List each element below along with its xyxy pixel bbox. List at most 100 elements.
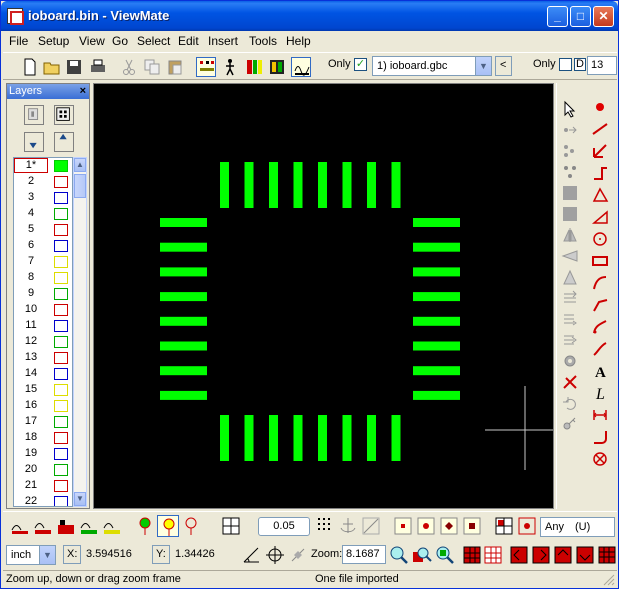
layer-color-swatch[interactable]	[54, 272, 68, 284]
layer-row[interactable]: 15	[14, 382, 72, 398]
flash-point-icon[interactable]	[591, 98, 609, 116]
view-board-icon[interactable]	[461, 544, 483, 566]
copy-dots-icon[interactable]	[561, 142, 579, 160]
drc-flags-icon[interactable]	[9, 515, 31, 537]
layer-color-swatch[interactable]	[54, 176, 68, 188]
menu-edit[interactable]: Edit	[178, 34, 199, 48]
polyline-icon[interactable]	[591, 296, 609, 314]
view-grid-icon[interactable]	[482, 544, 504, 566]
flash-outline-icon[interactable]	[180, 515, 202, 537]
layer-row[interactable]: 20	[14, 462, 72, 478]
line-icon[interactable]	[591, 120, 609, 138]
pad-bottom[interactable]	[342, 415, 352, 461]
pad-bottom[interactable]	[269, 415, 278, 461]
open-folder-icon[interactable]	[42, 57, 62, 77]
bezier-icon[interactable]	[591, 340, 609, 358]
pad-top[interactable]	[342, 162, 352, 208]
flip-icon[interactable]	[561, 247, 579, 265]
scroll-thumb[interactable]	[74, 174, 86, 198]
layer-color-swatch[interactable]	[54, 448, 68, 460]
layer-color-swatch[interactable]	[54, 288, 68, 300]
menu-file[interactable]: File	[9, 34, 28, 48]
unit-select[interactable]: inch ▼	[6, 545, 56, 565]
layer-row[interactable]: 8	[14, 270, 72, 286]
copy-icon[interactable]	[142, 57, 162, 77]
pad-left[interactable]	[160, 292, 207, 302]
mirror-icon[interactable]	[561, 226, 579, 244]
chevron-down-icon[interactable]: ▼	[475, 57, 491, 75]
layers-close-icon[interactable]: ×	[80, 84, 86, 99]
layer-color-swatch[interactable]	[54, 320, 68, 332]
pad-top[interactable]	[244, 162, 254, 208]
pad-right[interactable]	[413, 341, 460, 351]
snap-grid-icon[interactable]	[493, 515, 515, 537]
walk-icon[interactable]	[220, 57, 240, 77]
pad-right[interactable]	[413, 366, 460, 376]
pad-left[interactable]	[160, 218, 207, 227]
layer-row[interactable]: 17	[14, 414, 72, 430]
pad-left[interactable]	[160, 366, 207, 376]
pad-right[interactable]	[413, 242, 460, 252]
pad-right[interactable]	[413, 267, 460, 277]
gerber-canvas[interactable]	[93, 83, 554, 509]
menu-go[interactable]: Go	[112, 34, 128, 48]
only-checkbox-2[interactable]	[559, 58, 572, 71]
pad-left[interactable]	[160, 316, 207, 326]
layer-row[interactable]: 14	[14, 366, 72, 382]
grid-dots-icon[interactable]	[315, 515, 337, 537]
layer-row[interactable]: 2	[14, 174, 72, 190]
corner-icon[interactable]	[591, 428, 609, 446]
scroll-down-icon[interactable]: ▼	[74, 492, 86, 506]
drc-dots-icon[interactable]	[196, 57, 216, 77]
pad-right[interactable]	[413, 316, 460, 326]
drc-yellow-icon[interactable]	[101, 515, 123, 537]
crosshair-icon[interactable]	[264, 544, 286, 566]
view-right-icon[interactable]	[530, 544, 552, 566]
layer-color-swatch[interactable]	[54, 368, 68, 380]
rotate-icon[interactable]	[561, 268, 579, 286]
layer-row[interactable]: 9	[14, 286, 72, 302]
layer-stack-icon[interactable]	[24, 105, 44, 125]
layer-row[interactable]: 5	[14, 222, 72, 238]
measure-angle-icon[interactable]	[241, 544, 263, 566]
pad-top[interactable]	[318, 162, 327, 208]
pad-bottom[interactable]	[367, 415, 376, 461]
arc-triangle-icon[interactable]	[591, 186, 609, 204]
zoom-value-field[interactable]: 8.1687	[342, 545, 386, 564]
paste-icon[interactable]	[165, 57, 185, 77]
layer-color-swatch[interactable]	[54, 352, 68, 364]
layer-color-swatch[interactable]	[54, 160, 68, 172]
layer-row[interactable]: 18	[14, 430, 72, 446]
close-button[interactable]: ✕	[593, 6, 614, 27]
layer-color-swatch[interactable]	[54, 464, 68, 476]
maximize-button[interactable]: □	[570, 6, 591, 27]
align-icon[interactable]	[561, 310, 579, 328]
menu-select[interactable]: Select	[137, 34, 170, 48]
layer-row[interactable]: 12	[14, 334, 72, 350]
layer-row[interactable]: 4	[14, 206, 72, 222]
scroll-up-icon[interactable]: ▲	[74, 158, 86, 172]
zoom-fit-icon[interactable]	[434, 544, 456, 566]
drc-text-icon[interactable]	[32, 515, 54, 537]
layer-row[interactable]: 3	[14, 190, 72, 206]
group-icon[interactable]	[561, 163, 579, 181]
view-all-icon[interactable]	[596, 544, 618, 566]
menu-setup[interactable]: Setup	[38, 34, 69, 48]
pad-left[interactable]	[160, 341, 207, 351]
flash-green-icon[interactable]	[134, 515, 156, 537]
table-icon[interactable]	[220, 515, 242, 537]
pad-top[interactable]	[391, 162, 401, 208]
layer-select[interactable]: 1) ioboard.gbc ▼	[372, 56, 492, 76]
distribute-icon[interactable]	[561, 331, 579, 349]
circle-icon[interactable]	[591, 230, 609, 248]
anchor-icon[interactable]	[337, 515, 359, 537]
arc-icon[interactable]	[591, 274, 609, 292]
pad-top[interactable]	[293, 162, 303, 208]
minimize-button[interactable]: _	[547, 6, 568, 27]
gray-square-2-icon[interactable]	[561, 205, 579, 223]
layer-row[interactable]: 1*	[14, 158, 72, 174]
layer-color-icon[interactable]	[244, 57, 264, 77]
layer-color-swatch[interactable]	[54, 336, 68, 348]
gear-icon[interactable]	[561, 352, 579, 370]
view-up-icon[interactable]	[552, 544, 574, 566]
